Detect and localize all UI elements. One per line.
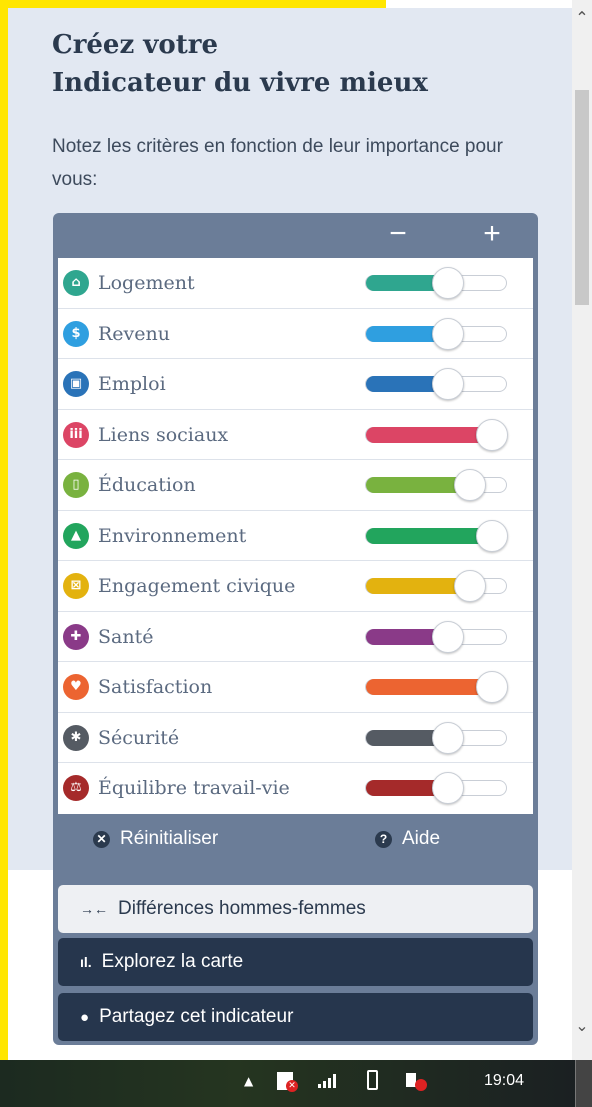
show-desktop-button[interactable] (575, 1060, 592, 1107)
criteria-list: ⌂ Logement $ Revenu ▣ Emploi ііі Liens sociaux ▯… (58, 258, 533, 814)
criteria-label: Satisfaction (98, 676, 213, 698)
title-line-1: Créez votre (52, 30, 218, 60)
house-icon: ⌂ (63, 270, 89, 296)
error-badge-icon: ✕ (286, 1080, 298, 1092)
minus-label: − (389, 217, 407, 250)
slider-knob[interactable] (432, 368, 464, 400)
runner-icon: ✱ (63, 724, 89, 751)
slider-fill (366, 679, 492, 695)
close-circle-icon: ✕ (93, 830, 110, 848)
page-subtitle: Notez les critères en fonction de leur i… (52, 136, 503, 190)
importance-slider[interactable] (365, 570, 507, 602)
reset-label: Réinitialiser (120, 828, 219, 849)
criteria-label: Liens sociaux (98, 423, 229, 446)
scroll-down-icon[interactable]: ⌄ (572, 1012, 592, 1040)
importance-slider[interactable] (365, 620, 507, 653)
swap-arrows-icon: →← (80, 901, 108, 917)
importance-slider[interactable] (365, 317, 507, 350)
slider-knob[interactable] (454, 469, 486, 501)
share-label: Partagez cet indicateur (99, 1006, 294, 1027)
slider-knob[interactable] (432, 772, 464, 804)
help-button[interactable]: ? Aide (375, 828, 440, 850)
help-label: Aide (402, 828, 441, 849)
tray-expand-icon[interactable]: ▲ (244, 1074, 253, 1088)
slider-fill (366, 426, 492, 443)
top-border (0, 0, 386, 8)
plus-label: + (483, 217, 501, 250)
criteria-row: ▲ Environnement (58, 511, 533, 561)
criteria-label: Santé (98, 625, 154, 648)
slider-fill (366, 527, 492, 544)
criteria-label: Emploi (98, 373, 166, 395)
gender-differences-button[interactable]: →← Différences hommes-femmes (58, 885, 533, 933)
signal-icon[interactable] (318, 1074, 336, 1088)
book-icon: ▯ (63, 472, 89, 498)
title-line-2: Indicateur du vivre mieux (52, 68, 428, 98)
criteria-row: ▯ Éducation (58, 460, 533, 511)
people-icon: ііі (63, 421, 89, 448)
clock[interactable]: 19:04 (484, 1072, 524, 1090)
briefcase-icon: ▣ (63, 371, 89, 397)
criteria-row: ⊠ Engagement civique (58, 561, 533, 612)
importance-slider[interactable] (365, 671, 508, 703)
mute-badge-icon (415, 1079, 427, 1091)
importance-slider[interactable] (365, 772, 507, 804)
slider-knob[interactable] (432, 721, 464, 754)
map-label: Explorez la carte (101, 951, 244, 972)
slider-knob[interactable] (432, 317, 464, 350)
left-border (0, 0, 8, 1060)
criteria-row: ✚ Santé (58, 612, 533, 662)
criteria-row: ііі Liens sociaux (58, 410, 533, 460)
slider-knob[interactable] (476, 519, 508, 552)
gender-label: Différences hommes-femmes (118, 898, 366, 919)
ballot-icon: ⊠ (63, 573, 89, 599)
slider-knob[interactable] (476, 418, 508, 451)
criteria-row: ⌂ Logement (58, 258, 533, 309)
criteria-label: Revenu (98, 322, 171, 345)
scroll-up-icon[interactable]: ⌃ (572, 4, 592, 32)
heart-icon: ♥ (63, 674, 89, 700)
tree-icon: ▲ (63, 522, 89, 549)
taskbar: ▲ ✕ 19:04 (0, 1060, 592, 1107)
battery-icon[interactable] (367, 1070, 378, 1090)
slider-knob[interactable] (476, 671, 508, 703)
criteria-row: ✱ Sécurité (58, 713, 533, 763)
scale-icon: ⚖ (63, 775, 89, 801)
criteria-label: Équilibre travail-vie (98, 777, 290, 799)
cross-icon: ✚ (63, 623, 89, 650)
criteria-row: ♥ Satisfaction (58, 662, 533, 713)
money-icon: $ (63, 320, 89, 347)
speech-bubble-icon: ● (80, 1008, 90, 1026)
scroll-thumb[interactable] (575, 90, 589, 305)
criteria-label: Éducation (98, 474, 196, 496)
criteria-row: ⚖ Équilibre travail-vie (58, 763, 533, 814)
slider-knob[interactable] (454, 570, 486, 602)
criteria-row: ▣ Emploi (58, 359, 533, 410)
importance-slider[interactable] (365, 469, 507, 501)
importance-slider[interactable] (365, 721, 507, 754)
criteria-label: Logement (98, 272, 195, 294)
importance-slider[interactable] (365, 418, 508, 451)
slider-knob[interactable] (432, 267, 464, 299)
criteria-label: Sécurité (98, 726, 180, 749)
vertical-scrollbar[interactable]: ⌃ ⌄ (572, 0, 592, 1060)
criteria-row: $ Revenu (58, 309, 533, 359)
explore-map-button[interactable]: ıl. Explorez la carte (58, 938, 533, 986)
page-title: Créez votre Indicateur du vivre mieux (52, 26, 552, 102)
share-button[interactable]: ● Partagez cet indicateur (58, 993, 533, 1041)
bar-chart-icon: ıl. (80, 954, 92, 970)
question-circle-icon: ? (375, 830, 392, 848)
slider-knob[interactable] (432, 620, 464, 653)
importance-slider[interactable] (365, 267, 507, 299)
importance-slider[interactable] (365, 519, 508, 552)
criteria-label: Engagement civique (98, 575, 296, 597)
criteria-label: Environnement (98, 524, 247, 547)
importance-slider[interactable] (365, 368, 507, 400)
reset-button[interactable]: ✕ Réinitialiser (93, 828, 218, 850)
index-widget: − + ⌂ Logement $ Revenu ▣ Emploi ііі Liens soci… (53, 213, 538, 1045)
